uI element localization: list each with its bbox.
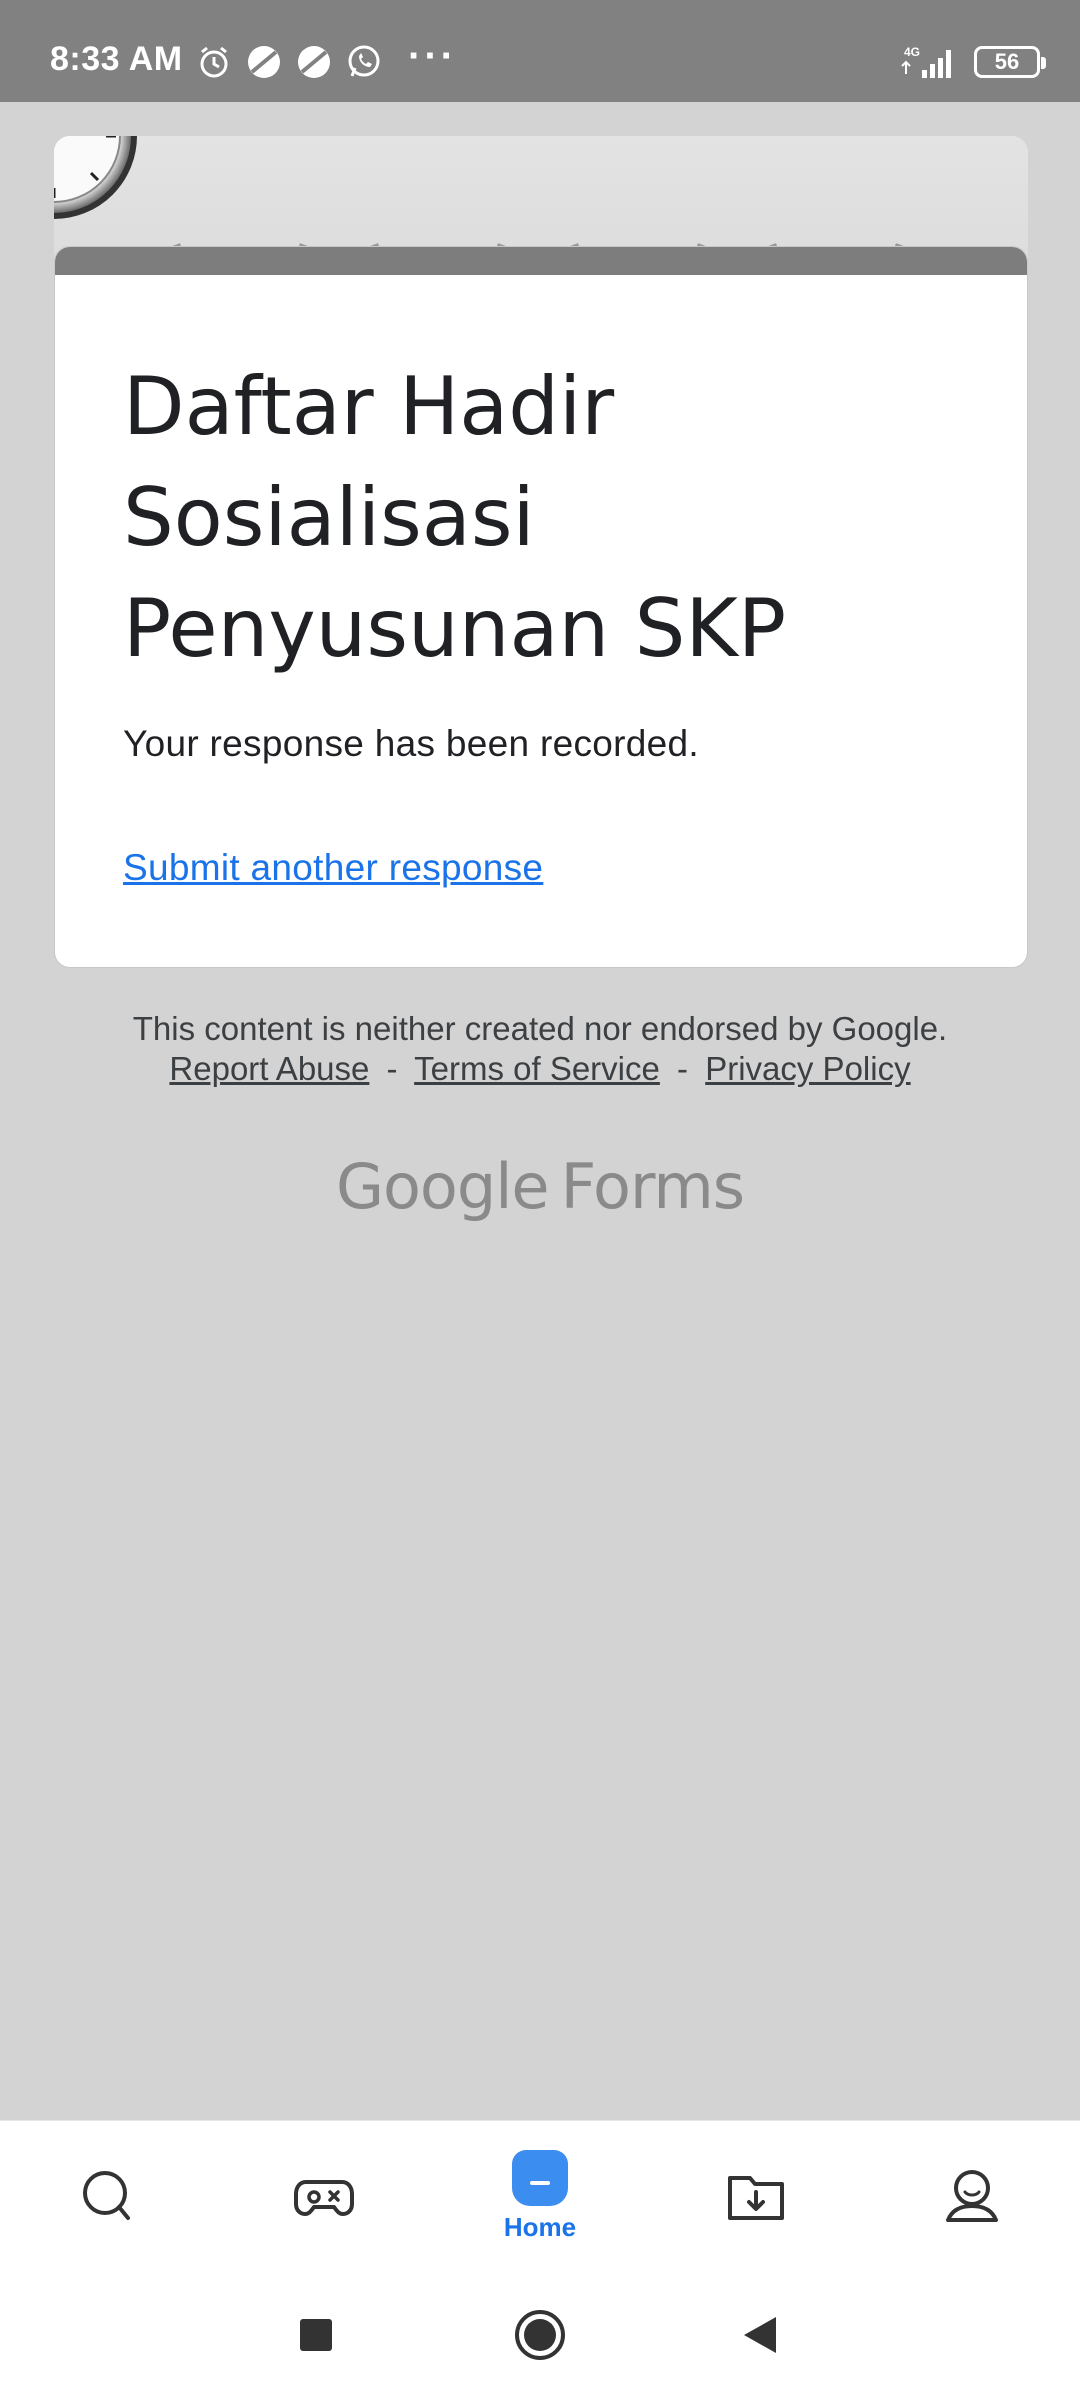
status-time: 8:33 AM	[50, 40, 183, 78]
card-accent-bar	[55, 247, 1027, 275]
app-icon	[298, 46, 330, 78]
system-navigation	[0, 2270, 1080, 2400]
google-forms-logo[interactable]: Google Forms	[0, 1150, 1080, 1223]
brand-google: Google	[335, 1150, 550, 1223]
home-icon	[512, 2149, 568, 2206]
whatsapp-icon	[348, 45, 380, 77]
status-bar: 8:33 AM ··· 4G 56	[0, 0, 1080, 102]
download-folder-icon	[728, 2176, 784, 2220]
battery-level: 56	[994, 49, 1020, 74]
nav-games[interactable]	[254, 2121, 394, 2271]
nav-search[interactable]	[38, 2121, 178, 2271]
back-triangle-icon	[744, 2317, 776, 2353]
footer-links: Report Abuse - Terms of Service - Privac…	[0, 1050, 1080, 1088]
back-button[interactable]	[700, 2270, 820, 2400]
recent-apps-button[interactable]	[256, 2270, 376, 2400]
search-icon	[83, 2171, 130, 2220]
app-icon	[248, 46, 280, 78]
gamepad-icon	[294, 2180, 354, 2216]
disclaimer-text: This content is neither created nor endo…	[132, 1010, 948, 1047]
circle-icon	[515, 2310, 565, 2360]
confirmation-message: Your response has been recorded.	[123, 723, 699, 764]
nav-profile[interactable]	[902, 2121, 1042, 2271]
alarm-icon	[200, 46, 228, 78]
privacy-policy-link[interactable]: Privacy Policy	[705, 1050, 910, 1087]
nav-home[interactable]: Home	[470, 2121, 610, 2271]
status-right: 4G 56	[900, 44, 1046, 80]
network-type: 4G	[904, 45, 920, 59]
separator: -	[386, 1050, 398, 1087]
home-button[interactable]	[480, 2270, 600, 2400]
profile-icon	[946, 2170, 998, 2222]
notification-icons	[196, 44, 382, 80]
report-abuse-link[interactable]: Report Abuse	[169, 1050, 369, 1087]
brand-forms: Forms	[560, 1150, 745, 1223]
battery-icon: 56	[974, 46, 1046, 78]
nav-downloads[interactable]	[686, 2121, 826, 2271]
square-icon	[300, 2319, 332, 2351]
separator: -	[677, 1050, 689, 1087]
terms-of-service-link[interactable]: Terms of Service	[414, 1050, 660, 1087]
submit-another-response-link[interactable]: Submit another response	[123, 847, 543, 889]
confirmation-card: Daftar Hadir Sosialisasi Penyusunan SKP …	[54, 246, 1028, 968]
form-title: Daftar Hadir Sosialisasi Penyusunan SKP	[123, 360, 787, 675]
more-notifications-icon: ···	[408, 34, 457, 78]
nav-home-label: Home	[503, 2211, 577, 2242]
bottom-navigation: Home	[0, 2120, 1080, 2270]
signal-icon: 4G	[901, 45, 951, 78]
